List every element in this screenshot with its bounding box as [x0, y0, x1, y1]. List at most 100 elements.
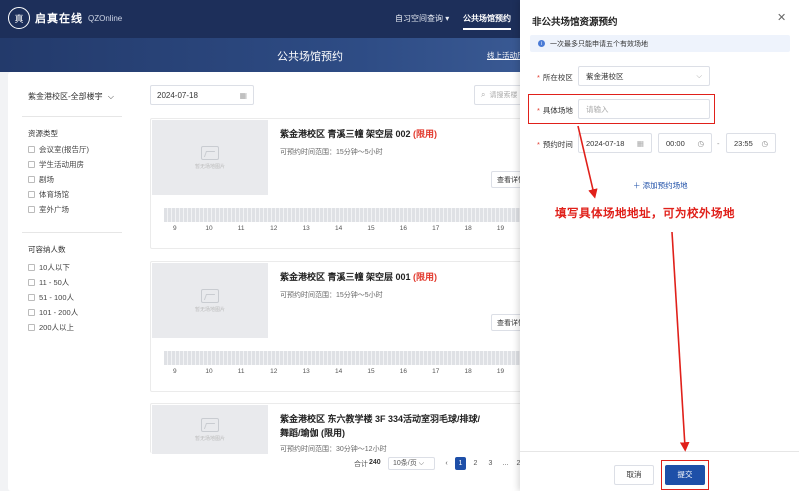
checkbox-label: 11 - 50人 [39, 278, 70, 287]
close-icon[interactable]: ✕ [777, 11, 786, 24]
clock-icon: ◷ [697, 138, 704, 148]
checkbox[interactable] [28, 191, 35, 198]
no-image-text: 暂无场地图片 [194, 435, 225, 442]
add-venue-link[interactable]: ＋ 添加预约场地 [633, 180, 688, 191]
checkbox-label: 学生活动用房 [39, 160, 84, 169]
type-checkbox[interactable]: 室外广场 [28, 204, 69, 215]
page-size-value: 10条/页 [393, 460, 417, 467]
restricted-tag: (限用) [321, 428, 346, 438]
venue-name: 紫金港校区 东六教学楼 3F 334活动室羽毛球/排球/ [280, 414, 481, 424]
date-picker[interactable]: 2024-07-18 ▦ [150, 85, 254, 105]
checkbox[interactable] [28, 279, 35, 286]
venue-field-label: * 具体场地 [537, 105, 573, 116]
required-mark: * [537, 73, 540, 82]
info-icon: i [538, 40, 545, 47]
annotation-text: 填写具体场地地址，可为校外场地 [555, 208, 735, 220]
page-button[interactable]: 2 [470, 457, 481, 470]
venue-time-range: 可预约时间范围：15分钟～5小时 [280, 149, 383, 156]
no-image-text: 暂无场地图片 [194, 306, 225, 313]
logo-subtext: QZOnline [88, 13, 123, 23]
capacity-checkbox[interactable]: 11 - 50人 [28, 277, 69, 288]
reservation-drawer: 非公共场馆资源预约 ✕ i 一次最多只能申请五个有效场地 * 所在校区 紫金港校区… [520, 0, 799, 491]
reservation-date-picker[interactable]: 2024-07-18 ▦ [578, 133, 652, 153]
type-checkbox[interactable]: 体育场馆 [28, 189, 69, 200]
type-checkbox[interactable]: 会议室(报告厅) [28, 144, 89, 155]
venue-time-range: 可预约时间范围：15分钟～5小时 [280, 292, 383, 299]
divider [22, 232, 122, 233]
notice-banner: i 一次最多只能申请五个有效场地 [530, 35, 790, 52]
checkbox[interactable] [28, 176, 35, 183]
checkbox-label: 体育场馆 [39, 190, 69, 199]
site-logo[interactable]: 真 启真在线 QZOnline [8, 7, 122, 29]
checkbox-label: 200人以上 [39, 323, 75, 332]
checkbox[interactable] [28, 264, 35, 271]
capacity-heading: 可容纳人数 [28, 245, 66, 254]
type-checkbox[interactable]: 学生活动用房 [28, 159, 84, 170]
date-value: 2024-07-18 [157, 90, 198, 100]
venue-card[interactable]: 暂无场地图片 紫金港校区 青溪三幢 架空层 002 (限用) 可预约时间范围：1… [150, 118, 534, 249]
restricted-tag: (限用) [413, 272, 438, 282]
campus-select[interactable]: 紫金港校区 ⌵ [578, 66, 710, 86]
notice-text: 一次最多只能申请五个有效场地 [550, 40, 648, 48]
checkbox-label: 剧场 [39, 175, 54, 184]
field-label-text: 预约时间 [542, 140, 573, 149]
timeline-ticks: 9 10 11 12 13 14 15 16 17 18 19 [173, 368, 505, 375]
venue-image-placeholder: 暂无场地图片 [152, 263, 268, 338]
required-mark: * [537, 106, 540, 115]
venue-input[interactable]: 请输入 [578, 99, 710, 119]
checkbox[interactable] [28, 294, 35, 301]
availability-timeline[interactable] [164, 208, 534, 222]
venue-card[interactable]: 暂无场地图片 紫金港校区 青溪三幢 架空层 001 (限用) 可预约时间范围：1… [150, 261, 534, 392]
page-button[interactable]: 3 [485, 457, 496, 470]
calendar-icon: ▦ [239, 90, 247, 100]
venue-name-line2: 舞蹈/瑜伽 [280, 428, 319, 438]
checkbox[interactable] [28, 324, 35, 331]
divider [22, 116, 122, 117]
submit-button[interactable]: 提交 [665, 465, 705, 485]
page-button-current[interactable]: 1 [455, 457, 466, 470]
search-placeholder: 请搜索楼 [489, 92, 518, 99]
reservation-date-value: 2024-07-18 [586, 138, 625, 148]
venue-input-placeholder: 请输入 [586, 104, 609, 114]
capacity-checkbox[interactable]: 51 - 100人 [28, 292, 74, 303]
cancel-button[interactable]: 取消 [614, 465, 654, 485]
no-image-text: 暂无场地图片 [194, 163, 225, 170]
end-time-value: 23:55 [734, 138, 753, 148]
resource-type-heading: 资源类型 [28, 129, 58, 138]
checkbox[interactable] [28, 161, 35, 168]
venue-name: 紫金港校区 青溪三幢 架空层 001 [280, 272, 411, 282]
availability-timeline[interactable] [164, 351, 534, 365]
online-hall-link[interactable]: 线上活动厅 [487, 50, 525, 61]
checkbox[interactable] [28, 309, 35, 316]
checkbox[interactable] [28, 206, 35, 213]
nav-public-venue[interactable]: 公共场馆预约 [463, 13, 511, 30]
capacity-checkbox[interactable]: 200人以上 [28, 322, 74, 333]
chevron-down-icon: ⌵ [107, 92, 114, 101]
campus-selector[interactable]: 紫金港校区-全部楼宇 ⌵ [28, 91, 114, 102]
start-time-picker[interactable]: 00:00 ◷ [658, 133, 712, 153]
image-icon [201, 288, 219, 303]
end-time-picker[interactable]: 23:55 ◷ [726, 133, 776, 153]
capacity-checkbox[interactable]: 10人以下 [28, 262, 70, 273]
drawer-title: 非公共场馆资源预约 [532, 17, 618, 28]
type-checkbox[interactable]: 剧场 [28, 174, 54, 185]
restricted-tag: (限用) [413, 129, 438, 139]
venue-image-placeholder: 暂无场地图片 [152, 405, 268, 454]
checkbox-label: 101 - 200人 [39, 308, 79, 317]
field-label-text: 所在校区 [542, 73, 573, 82]
page-ellipsis[interactable]: ... [500, 457, 511, 470]
page-size-select[interactable]: 10条/页 ⌵ [388, 457, 435, 470]
prev-page-button[interactable]: ‹ [441, 457, 452, 470]
nav-study-space[interactable]: 自习空间查询 ▾ [395, 13, 449, 24]
venue-image-placeholder: 暂无场地图片 [152, 120, 268, 195]
drawer-footer-divider [520, 451, 799, 452]
campus-select-value: 紫金港校区 [586, 71, 624, 81]
time-field-label: * 预约时间 [537, 139, 573, 150]
field-label-text: 具体场地 [542, 106, 573, 115]
checkbox[interactable] [28, 146, 35, 153]
image-icon [201, 145, 219, 160]
venue-name: 紫金港校区 青溪三幢 架空层 002 [280, 129, 411, 139]
venue-card[interactable]: 暂无场地图片 紫金港校区 东六教学楼 3F 334活动室羽毛球/排球/ 舞蹈/瑜… [150, 403, 534, 454]
venue-title: 紫金港校区 东六教学楼 3F 334活动室羽毛球/排球/ 舞蹈/瑜伽 (限用) [280, 412, 480, 440]
capacity-checkbox[interactable]: 101 - 200人 [28, 307, 78, 318]
